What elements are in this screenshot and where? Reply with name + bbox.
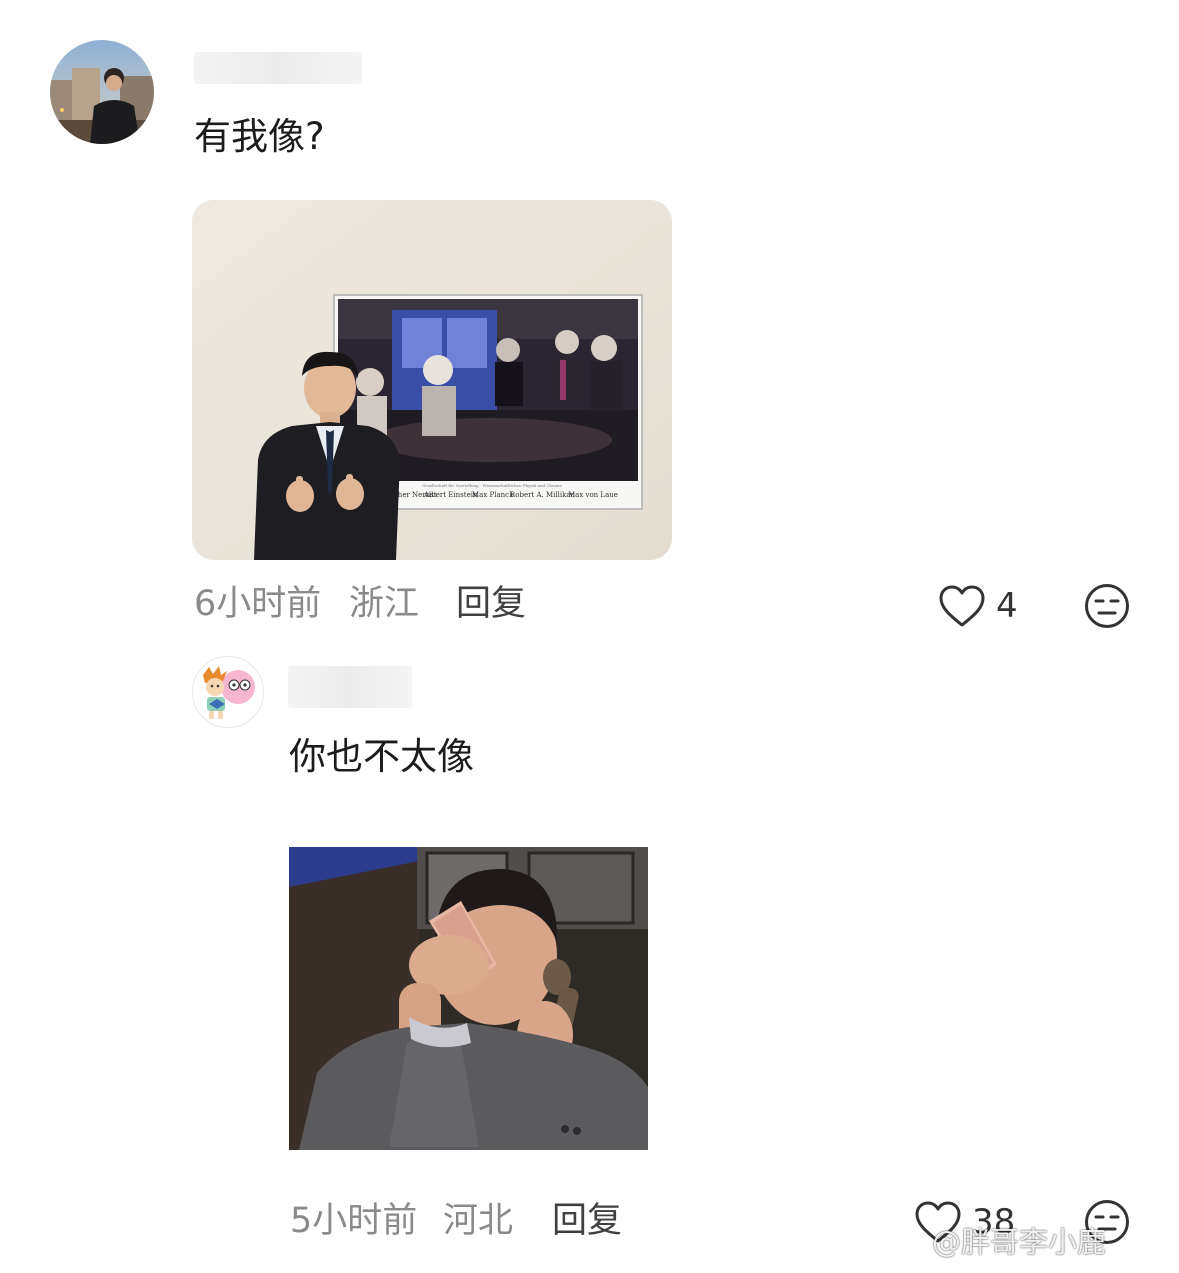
comment-time: 5小时前 xyxy=(290,1201,418,1241)
comment-photo: Gesellschaft für Vorstellung · Wissensch… xyxy=(192,200,672,560)
avatar-cartoon xyxy=(193,657,263,727)
like-count: 4 xyxy=(996,586,1018,626)
comment-text: 你也不太像 xyxy=(289,735,474,778)
avatar[interactable] xyxy=(192,656,264,728)
photo-caption-3: Max Planck xyxy=(472,491,514,499)
comment-location: 浙江 xyxy=(349,584,420,624)
expressionless-face-icon[interactable] xyxy=(1084,583,1130,629)
watermark-text: @胖哥李小鹿 xyxy=(932,1225,1107,1259)
username-blurred[interactable] xyxy=(194,52,362,84)
comment-text: 有我像? xyxy=(194,115,325,158)
reply-button[interactable]: 回复 xyxy=(456,581,526,627)
avatar-photo xyxy=(50,40,154,144)
comment-image[interactable] xyxy=(289,847,648,1150)
username-blurred[interactable] xyxy=(288,666,412,708)
comment-time: 6小时前 xyxy=(194,584,322,624)
heart-outline-icon[interactable] xyxy=(938,584,986,628)
photo-caption-2: Albert Einstein xyxy=(423,491,478,499)
comment-location: 河北 xyxy=(443,1201,514,1241)
photo-caption-5: Max von Laue xyxy=(568,491,618,499)
photo-caption-4: Robert A. Millikan xyxy=(510,491,576,499)
avatar[interactable] xyxy=(50,40,154,144)
svg-text:Gesellschaft für Vorstellung ·: Gesellschaft für Vorstellung · Wissensch… xyxy=(422,483,562,488)
comment-meme-photo xyxy=(289,847,648,1150)
reply-button[interactable]: 回复 xyxy=(552,1198,622,1244)
comment-image[interactable]: Gesellschaft für Vorstellung · Wissensch… xyxy=(192,200,672,560)
